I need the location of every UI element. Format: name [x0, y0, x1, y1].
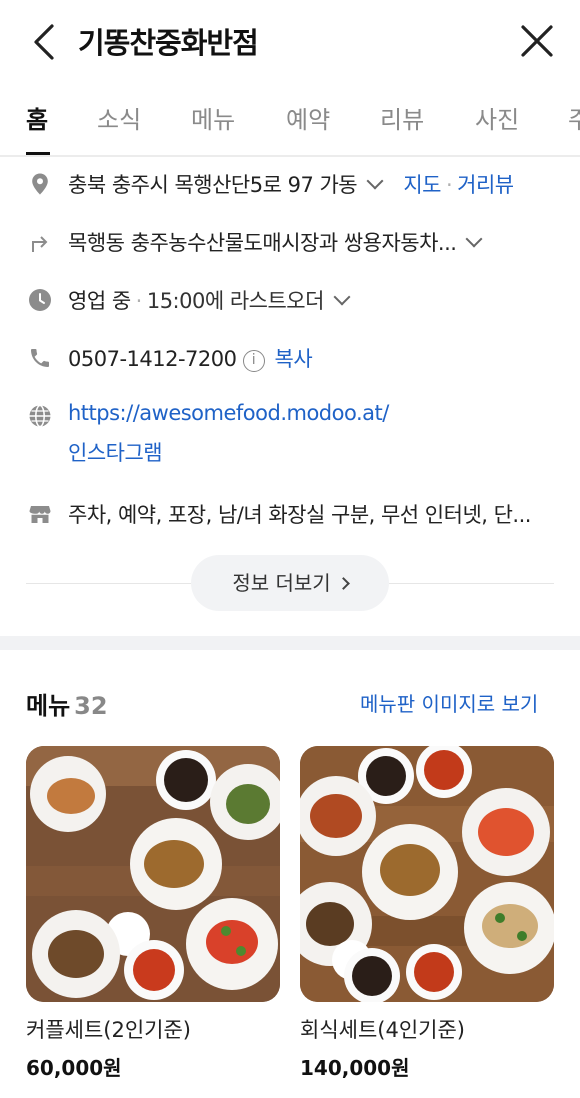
directions-text: 목행동 충주농수산물도매시장과 쌍용자동차...: [68, 231, 457, 255]
tab-home[interactable]: 홈: [26, 100, 48, 135]
more-info-label: 정보 더보기: [232, 571, 331, 595]
directions-icon: [32, 236, 48, 252]
chevron-down-icon[interactable]: [465, 230, 483, 248]
amenities-text: 주차, 예약, 포장, 남/녀 화장실 구분, 무선 인터넷, 단...: [68, 503, 531, 527]
menu-section-title: 메뉴 32: [26, 686, 108, 721]
last-order-text: 15:00에 라스트오더: [146, 289, 325, 313]
food-photo-image: [26, 746, 280, 1002]
more-info-button[interactable]: 정보 더보기: [191, 555, 389, 611]
menu-item-card[interactable]: 커플세트(2인기준) 60,000원: [26, 746, 280, 1081]
address-row: 충북 충주시 목행산단5로 97 가동 지도 · 거리뷰: [0, 164, 580, 204]
tab-bar: 홈 소식 메뉴 예약 리뷰 사진 주: [0, 84, 580, 156]
separator-dot: ·: [135, 289, 143, 313]
menu-item-name: 회식세트(4인기준): [300, 1018, 465, 1042]
address-text: 충북 충주시 목행산단5로 97 가동: [68, 173, 358, 197]
hours-row: 영업 중 · 15:00에 라스트오더: [0, 280, 580, 320]
separator-dot: ·: [445, 173, 453, 197]
open-status: 영업 중: [68, 289, 131, 313]
menu-item-photo[interactable]: [300, 746, 554, 1002]
page-title: 기똥찬중화반점: [78, 26, 259, 60]
chevron-down-icon[interactable]: [366, 172, 384, 190]
roadview-link[interactable]: 거리뷰: [457, 173, 514, 197]
menu-item-photo[interactable]: [26, 746, 280, 1002]
directions-row: 목행동 충주농수산물도매시장과 쌍용자동차...: [0, 222, 580, 262]
tab-photo[interactable]: 사진: [475, 100, 519, 135]
menu-item-price: 140,000원: [300, 1056, 410, 1080]
menu-item-card[interactable]: 회식세트(4인기준) 140,000원: [300, 746, 554, 1081]
amenities-row: 주차, 예약, 포장, 남/녀 화장실 구분, 무선 인터넷, 단...: [0, 494, 580, 534]
info-icon[interactable]: i: [242, 350, 265, 372]
divider: [0, 155, 580, 157]
food-photo-image: [300, 746, 554, 1002]
phone-row: 0507-1412-7200 i 복사: [0, 338, 580, 378]
menu-board-link[interactable]: 메뉴판 이미지로 보기: [360, 688, 538, 717]
chevron-down-icon[interactable]: [333, 288, 351, 306]
globe-icon: [29, 404, 51, 428]
phone-icon: [31, 349, 49, 367]
close-icon[interactable]: [518, 22, 556, 60]
copy-button[interactable]: 복사: [275, 347, 313, 371]
tab-news[interactable]: 소식: [97, 100, 141, 135]
tab-reservation[interactable]: 예약: [286, 100, 330, 135]
website-row: https://awesomefood.modoo.at/ 인스타그램: [0, 396, 580, 476]
back-arrow-icon[interactable]: [28, 22, 62, 62]
section-separator: [0, 636, 580, 650]
clock-icon: [29, 289, 51, 311]
tab-more-cut[interactable]: 주: [568, 100, 580, 135]
menu-item-price: 60,000원: [26, 1056, 122, 1080]
menu-title-label: 메뉴: [26, 692, 71, 720]
instagram-link[interactable]: 인스타그램: [68, 437, 389, 467]
menu-item-name: 커플세트(2인기준): [26, 1018, 191, 1042]
tab-review[interactable]: 리뷰: [380, 100, 424, 135]
tab-menu[interactable]: 메뉴: [191, 100, 235, 135]
menu-count: 32: [74, 692, 108, 720]
website-link[interactable]: https://awesomefood.modoo.at/: [68, 401, 389, 425]
top-bar: 기똥찬중화반점: [0, 0, 580, 84]
chevron-right-icon: [336, 577, 350, 590]
phone-number[interactable]: 0507-1412-7200: [68, 347, 237, 371]
map-link[interactable]: 지도: [403, 173, 441, 197]
store-icon: [29, 506, 51, 523]
location-pin-icon: [32, 173, 48, 195]
